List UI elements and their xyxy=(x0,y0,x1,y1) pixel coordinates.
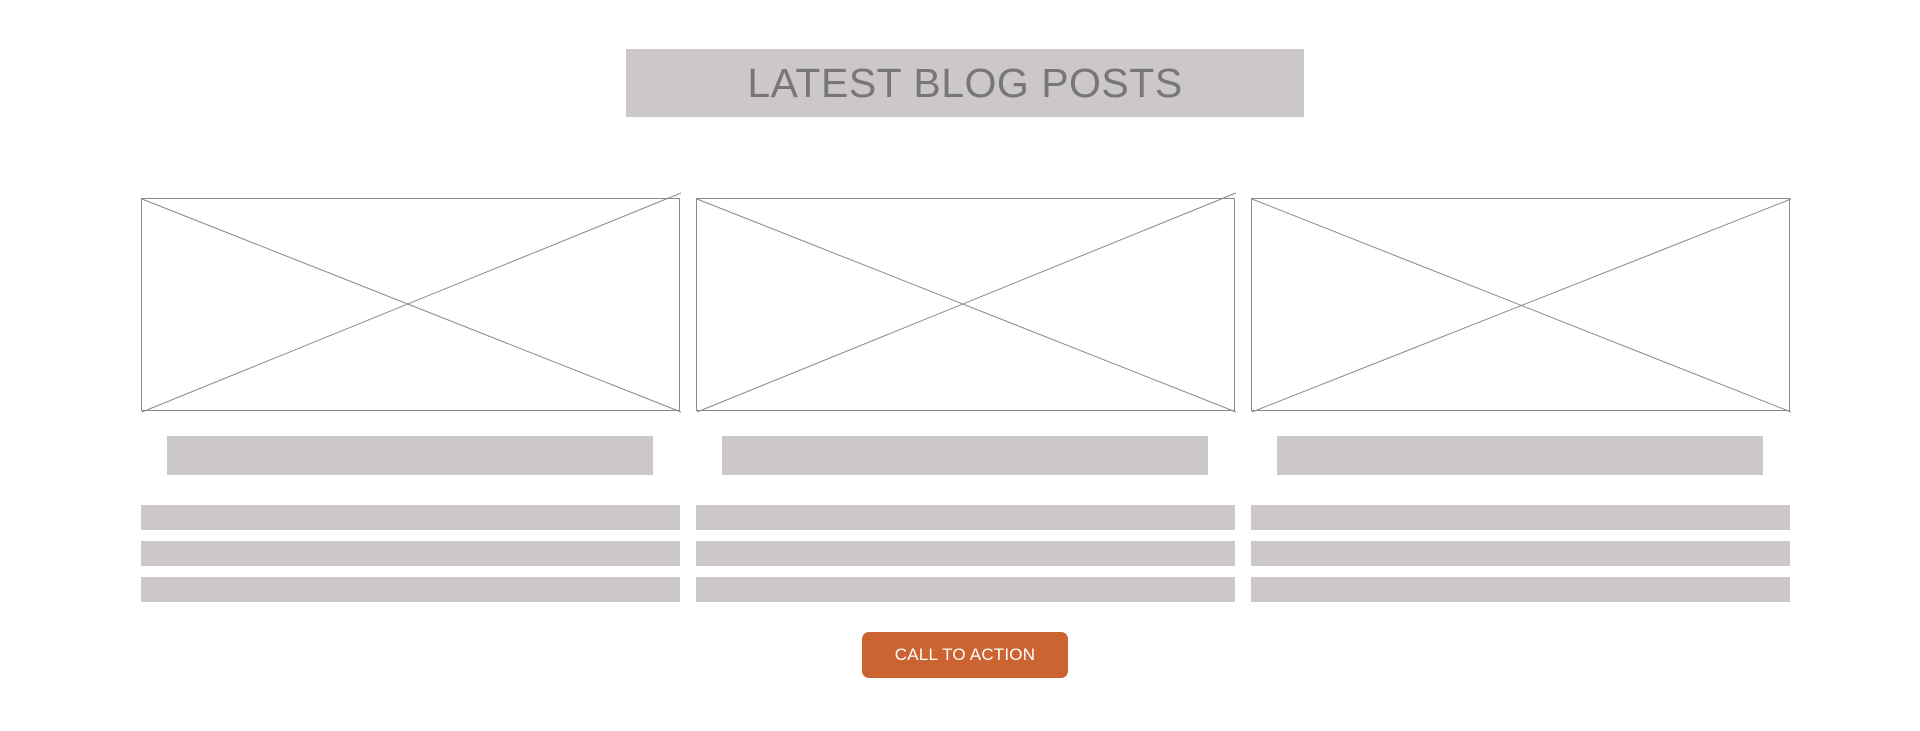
post-excerpt-line xyxy=(696,541,1235,566)
post-excerpt-line xyxy=(1251,505,1790,530)
blog-post-card[interactable] xyxy=(1251,0,1792,731)
post-title-placeholder[interactable] xyxy=(1277,436,1763,475)
call-to-action-button[interactable]: CALL TO ACTION xyxy=(862,632,1068,678)
post-title-placeholder[interactable] xyxy=(722,436,1208,475)
image-placeholder-cross-icon xyxy=(1251,198,1792,413)
post-excerpt-line xyxy=(141,541,680,566)
image-placeholder xyxy=(1251,198,1792,413)
post-excerpt-line xyxy=(696,577,1235,602)
blog-post-card[interactable] xyxy=(696,0,1237,731)
image-placeholder xyxy=(696,192,1237,413)
post-excerpt-line xyxy=(1251,577,1790,602)
image-placeholder-cross-icon xyxy=(141,192,682,413)
image-placeholder xyxy=(141,192,682,413)
post-excerpt-line xyxy=(141,505,680,530)
blog-post-card[interactable] xyxy=(141,0,682,731)
post-excerpt-line xyxy=(141,577,680,602)
image-placeholder-cross-icon xyxy=(696,192,1237,413)
post-excerpt-line xyxy=(696,505,1235,530)
post-excerpt-line xyxy=(1251,541,1790,566)
post-title-placeholder[interactable] xyxy=(167,436,653,475)
